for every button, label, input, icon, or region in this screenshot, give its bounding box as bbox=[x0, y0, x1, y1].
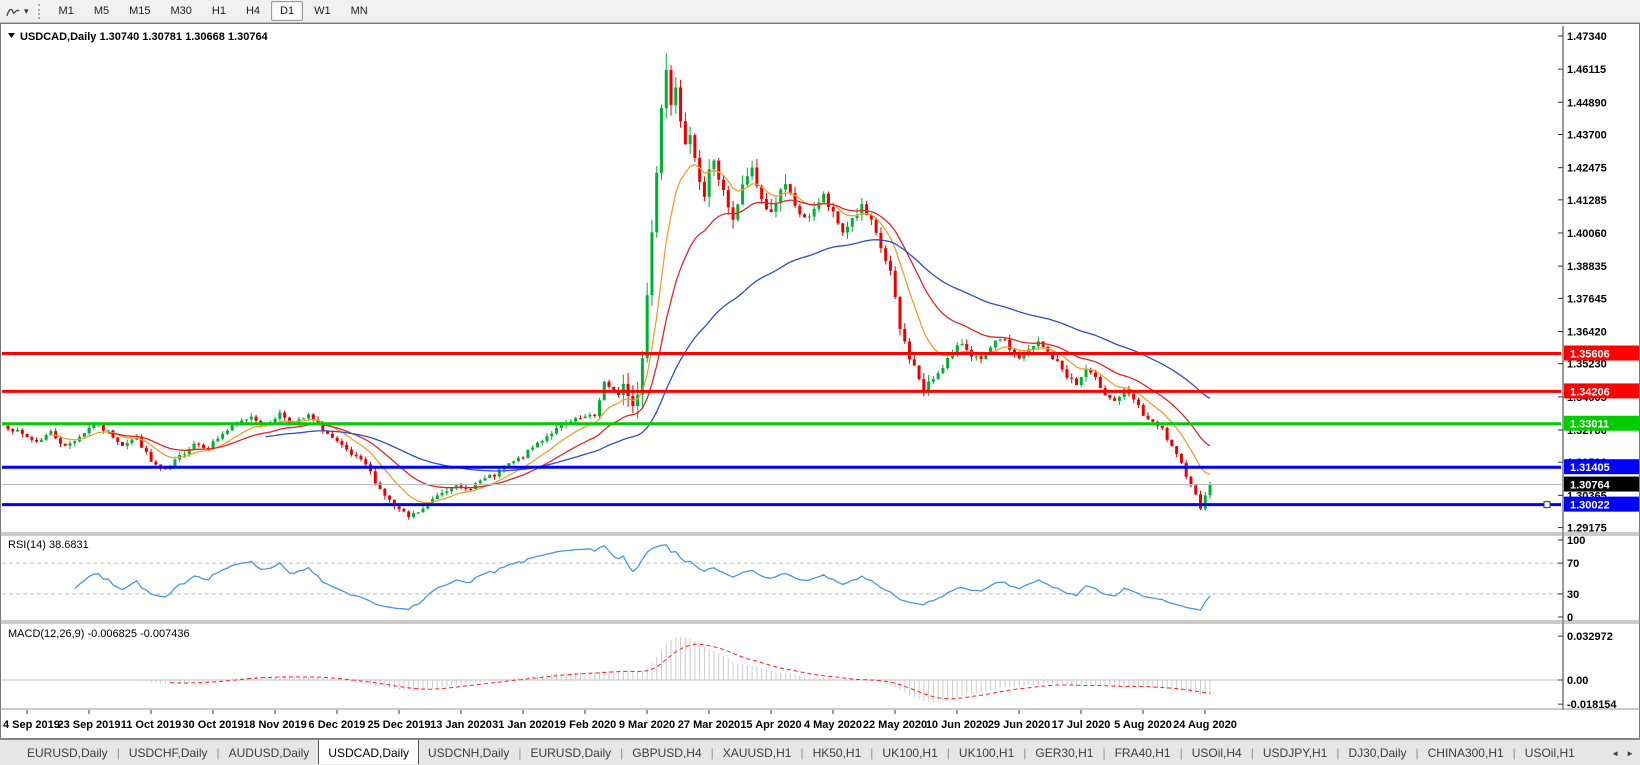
chevron-down-icon: ▾ bbox=[24, 5, 29, 16]
price-tick-label: 1.47340 bbox=[1567, 31, 1607, 43]
timeframe-button-m30[interactable]: M30 bbox=[162, 1, 201, 21]
macd-scale-label: -0.018154 bbox=[1567, 699, 1617, 711]
date-tick-label: 27 Mar 2020 bbox=[678, 719, 740, 731]
price-level-label-text: 1.33011 bbox=[1570, 419, 1609, 431]
rsi-scale-label: 30 bbox=[1567, 589, 1579, 601]
rsi-scale-label: 0 bbox=[1567, 612, 1573, 624]
tab-usoil-h1[interactable]: USOil,H1 bbox=[1516, 740, 1584, 765]
tab-gbpusd-h4[interactable]: GBPUSD,H4 bbox=[623, 740, 710, 765]
date-tick-label: 11 Oct 2019 bbox=[121, 719, 182, 731]
cursor-tool-icon bbox=[6, 8, 20, 16]
date-tick-label: 15 Apr 2020 bbox=[740, 719, 801, 731]
date-tick-label: 4 May 2020 bbox=[804, 719, 862, 731]
tab-dj30-daily[interactable]: DJ30,Daily bbox=[1339, 740, 1415, 765]
date-tick-label: 25 Dec 2019 bbox=[368, 719, 431, 731]
date-tick-label: 9 Mar 2020 bbox=[619, 719, 675, 731]
date-tick-label: 10 Jun 2020 bbox=[926, 719, 988, 731]
chart-tabs: EURUSD,Daily | USDCHF,Daily | AUDUSD,Daily US… bbox=[18, 740, 1584, 765]
timeframe-button-d1[interactable]: D1 bbox=[271, 1, 304, 21]
timeframe-button-mn[interactable]: MN bbox=[342, 1, 377, 21]
date-tick-label: 23 Sep 2019 bbox=[58, 719, 121, 731]
level-line-handle[interactable] bbox=[1543, 501, 1551, 509]
chart-symbol-title: USDCAD,Daily 1.30740 1.30781 1.30668 1.3… bbox=[20, 31, 269, 43]
price-tick-label: 1.40060 bbox=[1567, 228, 1607, 240]
cursor-tool-button[interactable]: ▾ bbox=[0, 4, 31, 19]
chart-plot-area[interactable] bbox=[2, 26, 1561, 532]
tab-hk50-h1[interactable]: HK50,H1 bbox=[804, 740, 871, 765]
macd-indicator-label: MACD(12,26,9) -0.006825 -0.007436 bbox=[8, 628, 190, 640]
timeframe-button-h1[interactable]: H1 bbox=[203, 1, 235, 21]
price-tick-label: 1.38835 bbox=[1567, 261, 1607, 273]
timeframe-button-group: M1 M5 M15 M30 H1 H4 D1 W1 MN bbox=[49, 1, 378, 21]
tab-usoil-h4[interactable]: USOil,H4 bbox=[1183, 740, 1251, 765]
timeframe-button-m5[interactable]: M5 bbox=[85, 1, 118, 21]
rsi-scale-label: 100 bbox=[1567, 535, 1585, 547]
tab-eurusd-daily[interactable]: EURUSD,Daily bbox=[521, 740, 620, 765]
date-tick-label: 4 Sep 2019 bbox=[3, 719, 60, 731]
macd-scale-label: 0.00 bbox=[1567, 675, 1588, 687]
tab-usdchf-daily[interactable]: USDCHF,Daily bbox=[120, 740, 217, 765]
date-tick-label: 31 Jan 2020 bbox=[492, 719, 554, 731]
rsi-scale-label: 70 bbox=[1567, 558, 1579, 570]
timeframe-button-h4[interactable]: H4 bbox=[237, 1, 269, 21]
price-level-label-text: 1.34206 bbox=[1570, 386, 1610, 398]
tab-usdcad-daily[interactable]: USDCAD,Daily bbox=[318, 740, 419, 764]
price-tick-label: 1.36420 bbox=[1567, 326, 1607, 338]
timeframe-button-m1[interactable]: M1 bbox=[50, 1, 83, 21]
price-level-label-text: 1.35606 bbox=[1570, 349, 1610, 361]
date-tick-label: 17 Jul 2020 bbox=[1052, 719, 1111, 731]
price-level-label-text: 1.30022 bbox=[1570, 500, 1610, 512]
tab-usdjpy-h1[interactable]: USDJPY,H1 bbox=[1254, 740, 1336, 765]
price-tick-label: 1.44890 bbox=[1567, 97, 1607, 109]
top-toolbar: ▾ M1 M5 M15 M30 H1 H4 D1 W1 MN bbox=[0, 0, 1640, 23]
tab-fra40-h1[interactable]: FRA40,H1 bbox=[1106, 740, 1180, 765]
tab-eurusd-daily[interactable]: EURUSD,Daily bbox=[18, 740, 117, 765]
tab-ger30-h1[interactable]: GER30,H1 bbox=[1026, 740, 1102, 765]
price-tick-label: 1.43700 bbox=[1567, 129, 1607, 141]
date-tick-label: 19 Feb 2020 bbox=[554, 719, 616, 731]
toolbar-grip bbox=[37, 3, 40, 19]
tab-scroll-right-button[interactable]: ► bbox=[1626, 749, 1634, 758]
chart-tabs-bar: EURUSD,Daily | USDCHF,Daily | AUDUSD,Daily US… bbox=[0, 739, 1640, 765]
date-tick-label: 5 Aug 2020 bbox=[1114, 719, 1172, 731]
price-tick-label: 1.42475 bbox=[1567, 163, 1607, 175]
tab-uk100-h1[interactable]: UK100,H1 bbox=[873, 740, 946, 765]
price-tick-label: 1.46115 bbox=[1567, 64, 1606, 76]
tab-usdcnh-daily[interactable]: USDCNH,Daily bbox=[419, 740, 518, 765]
date-tick-label: 6 Dec 2019 bbox=[309, 719, 366, 731]
tab-china300-h1[interactable]: CHINA300,H1 bbox=[1419, 740, 1513, 765]
date-tick-label: 22 May 2020 bbox=[863, 719, 927, 731]
date-tick-label: 13 Jan 2020 bbox=[430, 719, 492, 731]
tab-scroll-controls: ◄ ► bbox=[1601, 741, 1640, 765]
date-tick-label: 29 Jun 2020 bbox=[988, 719, 1050, 731]
tab-scroll-left-button[interactable]: ◄ bbox=[1611, 749, 1619, 758]
price-level-label-text: 1.31405 bbox=[1570, 462, 1610, 474]
date-tick-label: 18 Nov 2019 bbox=[243, 719, 307, 731]
price-tick-label: 1.37645 bbox=[1567, 293, 1607, 305]
chart-window: USDCAD,Daily 1.30740 1.30781 1.30668 1.3… bbox=[0, 23, 1640, 739]
tab-uk100-h1[interactable]: UK100,H1 bbox=[950, 740, 1023, 765]
date-tick-label: 24 Aug 2020 bbox=[1173, 719, 1237, 731]
macd-scale-label: 0.032972 bbox=[1567, 631, 1613, 643]
price-tick-label: 1.41285 bbox=[1567, 195, 1607, 207]
date-tick-label: 30 Oct 2019 bbox=[182, 719, 243, 731]
current-price-label-text: 1.30764 bbox=[1570, 480, 1611, 492]
tab-audusd-daily[interactable]: AUDUSD,Daily bbox=[220, 740, 319, 765]
timeframe-button-w1[interactable]: W1 bbox=[305, 1, 340, 21]
rsi-indicator-label: RSI(14) 38.6831 bbox=[8, 539, 89, 551]
timeframe-button-m15[interactable]: M15 bbox=[120, 1, 159, 21]
tab-xauusd-h1[interactable]: XAUUSD,H1 bbox=[714, 740, 801, 765]
